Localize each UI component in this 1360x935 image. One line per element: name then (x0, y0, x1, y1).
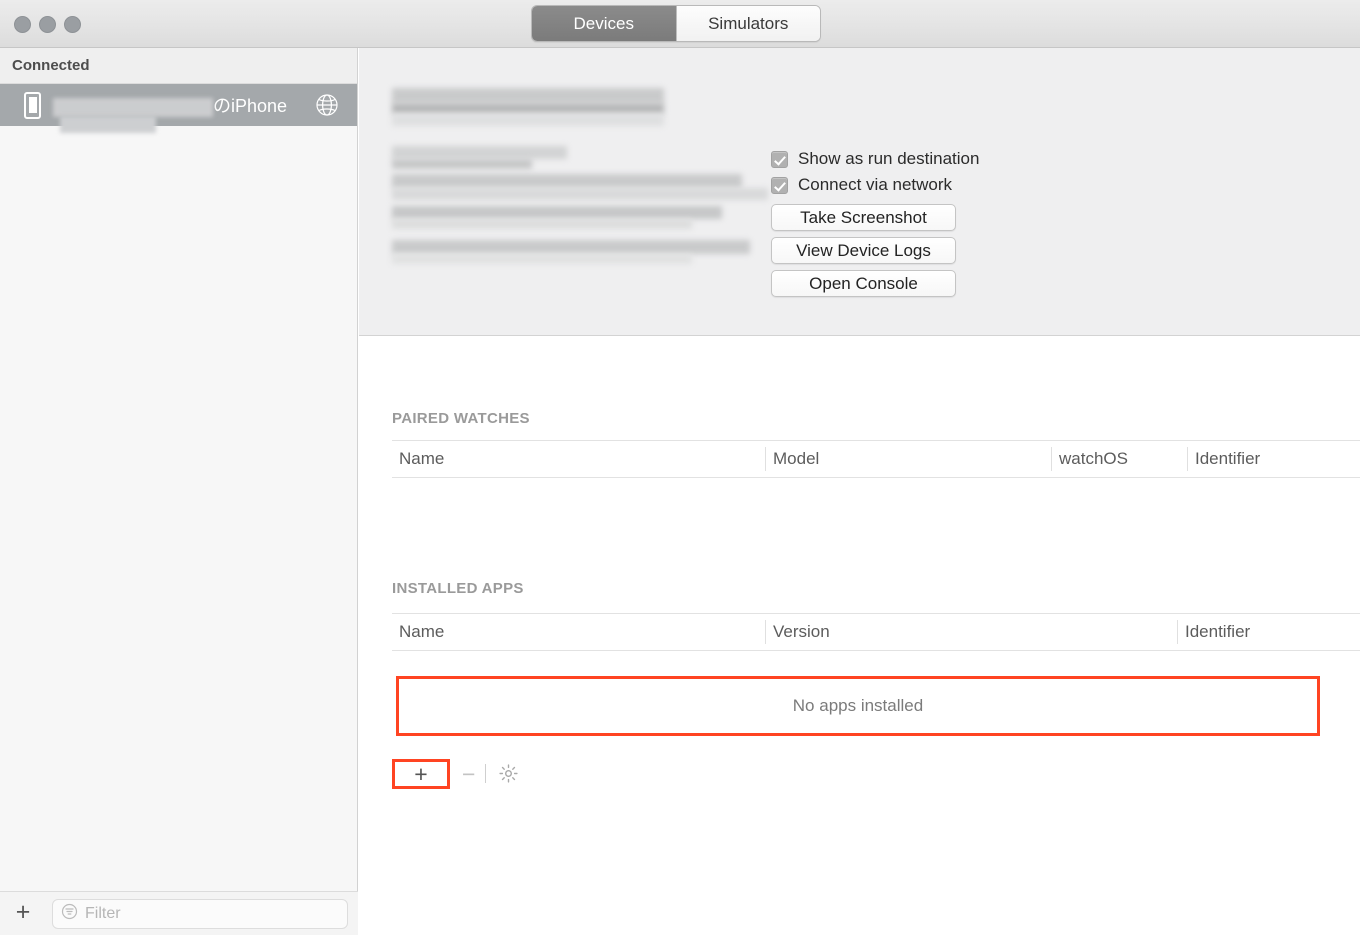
sidebar-device-name: のiPhone (53, 92, 287, 118)
devices-simulators-segmented-control[interactable]: Devices Simulators (531, 5, 821, 42)
globe-icon (315, 93, 339, 122)
paired-watches-title: PAIRED WATCHES (392, 410, 530, 427)
minimize-button[interactable] (39, 16, 56, 33)
checkbox-row-connect-via-network[interactable]: Connect via network (771, 172, 1031, 198)
device-options: Show as run destination Connect via netw… (771, 146, 1031, 297)
sidebar: Connected のiPhone + Filter (0, 48, 358, 935)
column-header-version[interactable]: Version (773, 614, 830, 650)
column-header-identifier[interactable]: Identifier (1185, 614, 1250, 650)
sidebar-device-name-suffix: のiPhone (213, 96, 288, 116)
redacted-device-name-line2 (60, 116, 156, 133)
column-header-name[interactable]: Name (399, 614, 444, 650)
checkbox-connect-via-network[interactable] (771, 176, 788, 194)
view-device-logs-button[interactable]: View Device Logs (771, 237, 956, 264)
column-header-name[interactable]: Name (399, 441, 444, 477)
paired-watches-table: Name Model watchOS Identifier (392, 440, 1360, 478)
checkbox-label-show-as-run-destination: Show as run destination (798, 149, 980, 168)
installed-apps-header-row: Name Version Identifier (392, 614, 1360, 650)
sidebar-bottom-bar: + Filter (0, 891, 358, 935)
zoom-button[interactable] (64, 16, 81, 33)
open-console-button[interactable]: Open Console (771, 270, 956, 297)
checkbox-row-show-as-run-destination[interactable]: Show as run destination (771, 146, 1031, 172)
checkbox-label-connect-via-network: Connect via network (798, 175, 953, 194)
redacted-device-info (392, 88, 792, 298)
remove-app-button: − (462, 761, 476, 787)
column-divider[interactable] (1177, 620, 1178, 644)
device-detail-body: PAIRED WATCHES Name Model watchOS Identi… (359, 337, 1360, 935)
no-apps-installed-row: No apps installed (396, 676, 1320, 736)
sidebar-item-device[interactable]: のiPhone (0, 84, 357, 133)
device-detail-header: Show as run destination Connect via netw… (359, 48, 1360, 336)
column-divider[interactable] (1187, 447, 1188, 471)
column-header-watchos[interactable]: watchOS (1059, 441, 1128, 477)
redacted-device-name (53, 97, 213, 117)
filter-field[interactable]: Filter (52, 899, 348, 929)
traffic-lights (14, 16, 81, 33)
column-header-model[interactable]: Model (773, 441, 819, 477)
take-screenshot-button[interactable]: Take Screenshot (771, 204, 956, 231)
installed-apps-table: Name Version Identifier (392, 613, 1360, 651)
column-divider[interactable] (1051, 447, 1052, 471)
tab-devices[interactable]: Devices (532, 6, 676, 41)
plus-icon: + (414, 761, 428, 787)
paired-watches-header-row: Name Model watchOS Identifier (392, 441, 1360, 477)
iphone-icon (24, 91, 41, 119)
sidebar-section-connected: Connected (0, 48, 357, 84)
toolbar-divider (485, 764, 486, 783)
add-app-button[interactable]: + (392, 759, 450, 789)
title-bar: Devices Simulators (0, 0, 1360, 48)
tab-simulators[interactable]: Simulators (675, 6, 820, 41)
installed-apps-title: INSTALLED APPS (392, 580, 524, 597)
column-divider[interactable] (765, 447, 766, 471)
gear-icon[interactable] (498, 763, 519, 789)
filter-icon (61, 903, 78, 925)
installed-apps-toolbar: + − (392, 755, 1360, 789)
xcode-devices-window: Devices Simulators Connected のiPhone + F… (0, 0, 1360, 935)
add-device-button[interactable]: + (12, 900, 34, 925)
filter-placeholder: Filter (85, 905, 121, 922)
close-button[interactable] (14, 16, 31, 33)
checkbox-show-as-run-destination[interactable] (771, 150, 788, 168)
column-header-identifier[interactable]: Identifier (1195, 441, 1260, 477)
column-divider[interactable] (765, 620, 766, 644)
